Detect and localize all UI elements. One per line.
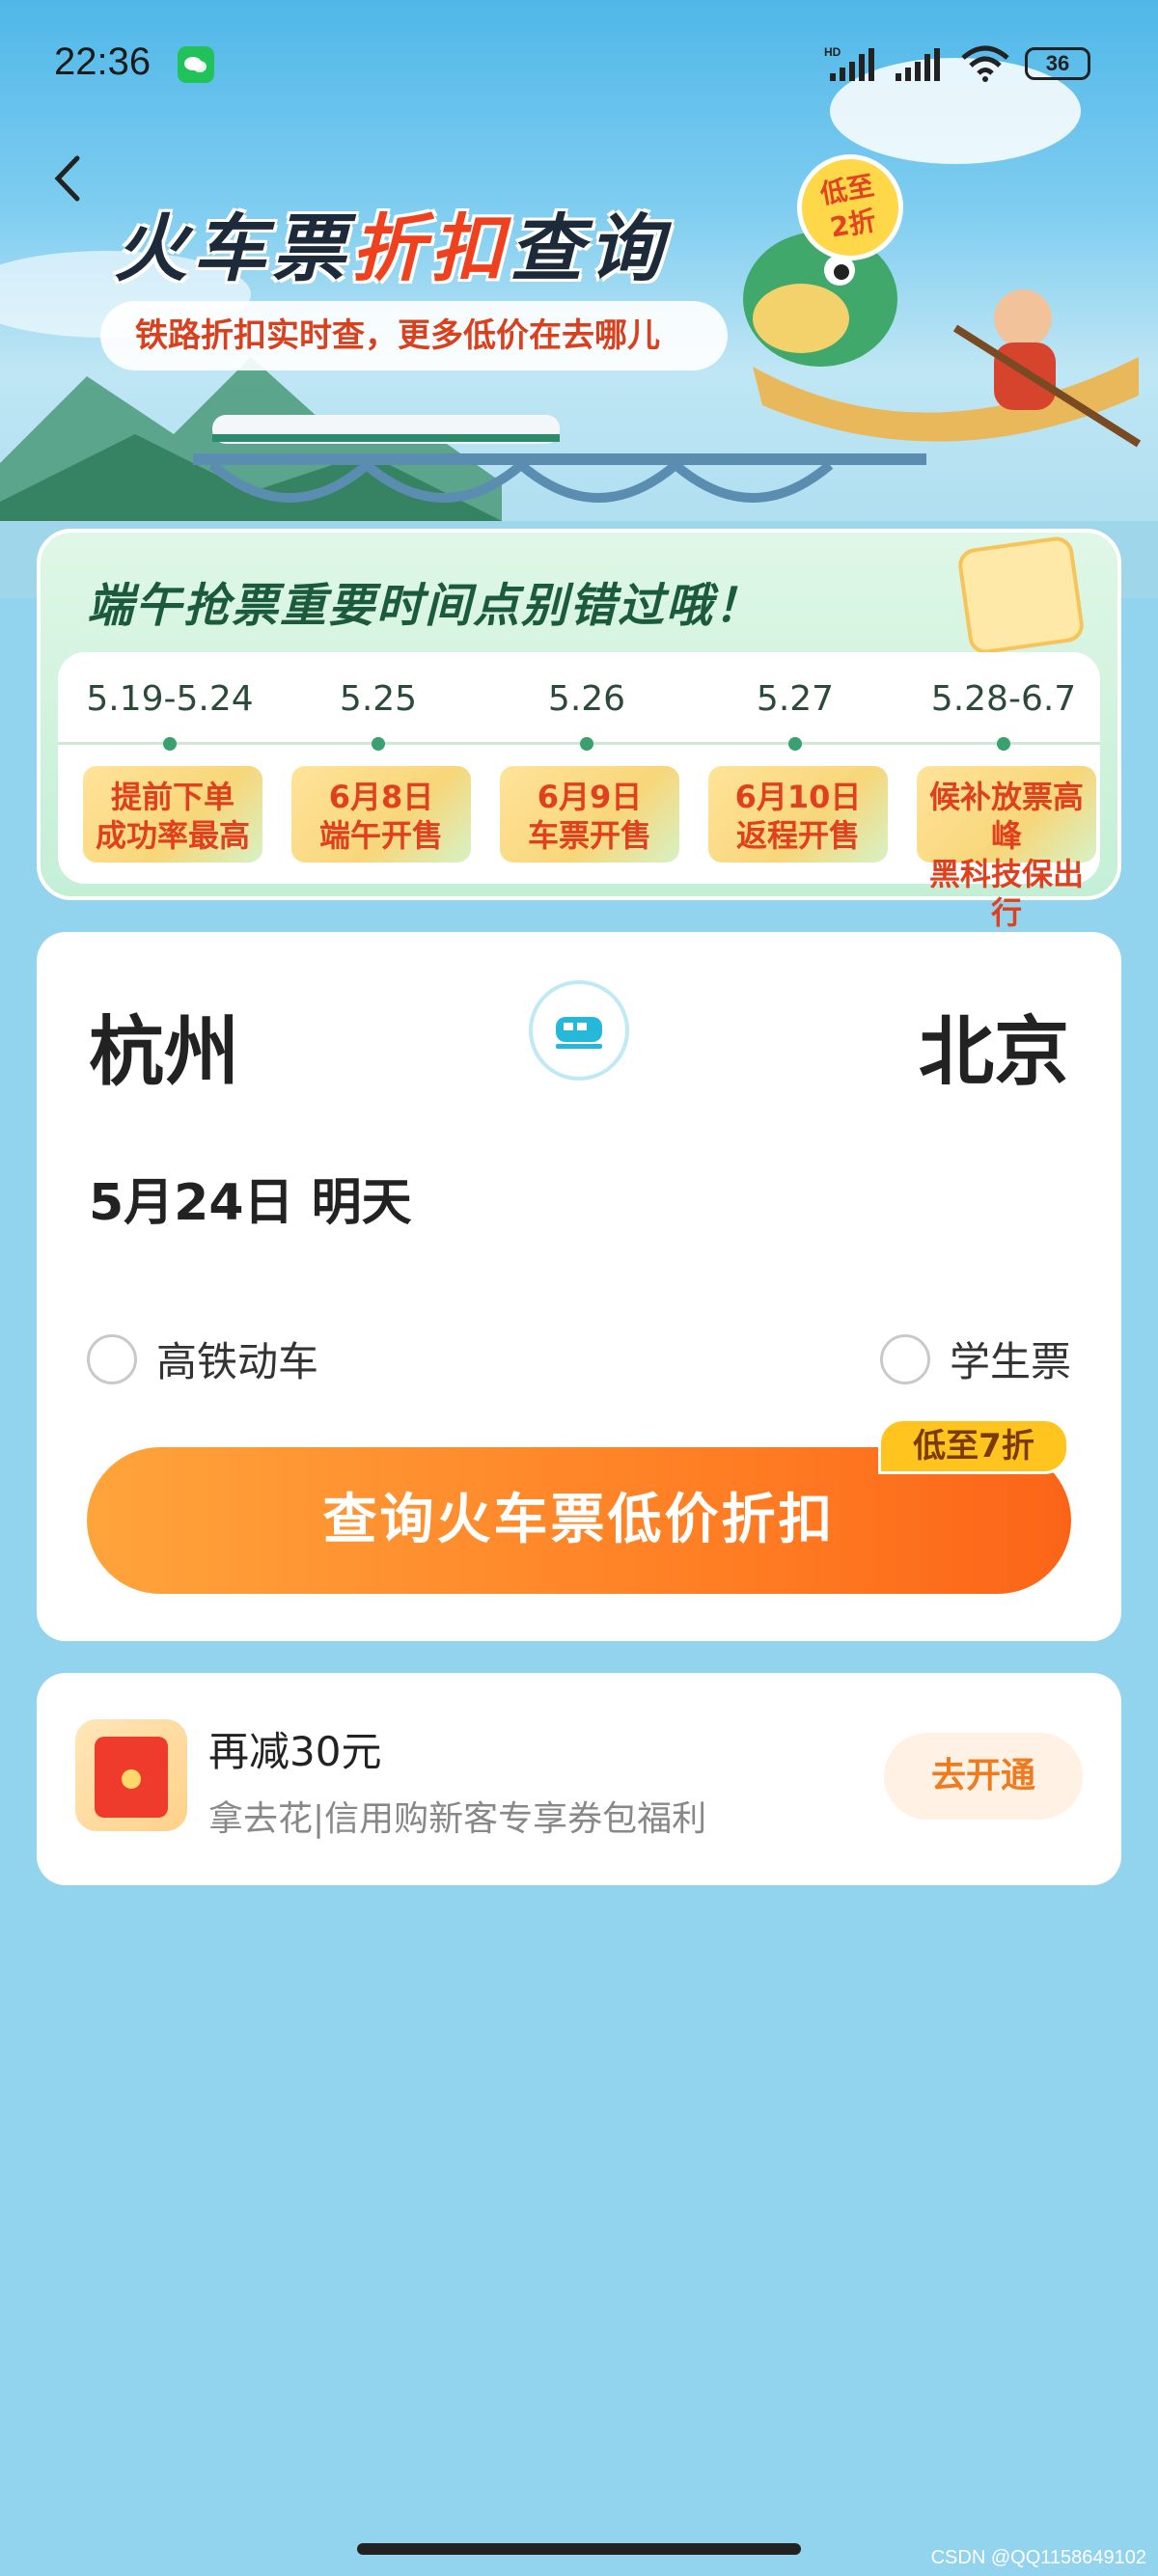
timeline-item: 5.25 6月8日 端午开售 bbox=[284, 652, 473, 884]
red-envelope-body bbox=[95, 1737, 168, 1818]
calendar-icon bbox=[955, 534, 1087, 656]
activate-button[interactable]: 去开通 bbox=[884, 1733, 1083, 1820]
status-icons: HD 36 bbox=[824, 42, 1090, 85]
red-envelope-seal bbox=[122, 1769, 141, 1789]
highspeed-label: 高铁动车 bbox=[156, 1338, 319, 1385]
timeline-dot bbox=[372, 737, 385, 751]
arrival-city[interactable]: 北京 bbox=[919, 992, 1069, 1100]
hero-banner: 22:36 HD 36 火车票折扣查询 铁路折扣实时查，更多低价在去哪儿 低至 … bbox=[0, 0, 1158, 598]
wifi-icon bbox=[961, 45, 1009, 82]
timeline-dot bbox=[580, 737, 593, 751]
timeline-event: 6月8日 端午开售 bbox=[291, 766, 471, 863]
dragon-boat-illustration bbox=[743, 232, 1142, 448]
timeline-item: 5.19-5.24 提前下单 成功率最高 bbox=[75, 652, 264, 884]
swap-cities-button[interactable] bbox=[529, 980, 629, 1081]
wechat-notification-icon bbox=[178, 46, 214, 83]
student-ticket-radio[interactable] bbox=[879, 1333, 930, 1384]
hero-title-part1: 火车票 bbox=[114, 206, 351, 291]
timeline-event: 候补放票高峰 黑科技保出行 bbox=[917, 766, 1096, 931]
cellular-signal-icon bbox=[896, 48, 940, 81]
timeline-event-line1: 提前下单 bbox=[110, 779, 234, 815]
query-discount-tag: 低至7折 bbox=[878, 1418, 1069, 1474]
timeline-event-line1: 候补放票高峰 bbox=[928, 779, 1084, 854]
cellular-signal-hd-icon: HD bbox=[824, 45, 874, 81]
coupon-title: 再减30元 bbox=[208, 1728, 382, 1775]
student-ticket-label: 学生票 bbox=[949, 1338, 1071, 1385]
back-button[interactable] bbox=[48, 154, 87, 203]
red-envelope-icon bbox=[75, 1719, 187, 1831]
timeline-event-line2: 返程开售 bbox=[735, 817, 860, 854]
timeline-dot bbox=[163, 737, 177, 751]
timeline-event: 6月10日 返程开售 bbox=[708, 766, 888, 863]
timeline-panel: 5.19-5.24 提前下单 成功率最高 5.25 6月8日 端午开售 5.26… bbox=[58, 652, 1100, 931]
timeline-item: 5.26 6月9日 车票开售 bbox=[492, 652, 681, 884]
timeline-event-line2: 端午开售 bbox=[318, 817, 443, 854]
timeline-event-line2: 成功率最高 bbox=[95, 817, 250, 854]
hero-title-part2: 查询 bbox=[510, 206, 668, 291]
timeline-date: 5.25 bbox=[339, 679, 418, 719]
timeline-dot bbox=[997, 737, 1010, 751]
timeline-event-line1: 6月10日 bbox=[734, 779, 862, 815]
timeline-title: 端午抢票重要时间点别错过哦！ bbox=[87, 579, 763, 633]
chevron-left-icon bbox=[54, 155, 80, 202]
battery-indicator: 36 bbox=[1025, 47, 1090, 80]
timeline-item: 5.27 6月10日 返程开售 bbox=[701, 652, 890, 884]
student-ticket-option[interactable]: 学生票 bbox=[879, 1329, 1071, 1388]
watermark: CSDN @QQ1158649102 bbox=[930, 2547, 1146, 2568]
departure-city[interactable]: 杭州 bbox=[89, 992, 239, 1100]
hero-subtitle: 铁路折扣实时查，更多低价在去哪儿 bbox=[100, 301, 728, 370]
timeline-event-line1: 6月9日 bbox=[537, 779, 643, 815]
home-indicator[interactable] bbox=[357, 2543, 801, 2555]
train-icon bbox=[556, 1017, 602, 1049]
status-bar: 22:36 HD 36 bbox=[0, 0, 1158, 135]
timeline-event-line2: 车票开售 bbox=[527, 817, 651, 854]
timeline-event-line1: 6月8日 bbox=[328, 779, 434, 815]
timeline-date: 5.27 bbox=[756, 679, 835, 719]
timeline-date: 5.19-5.24 bbox=[86, 679, 254, 719]
timeline-date: 5.28-6.7 bbox=[930, 679, 1077, 719]
highspeed-option[interactable]: 高铁动车 bbox=[87, 1329, 318, 1388]
dragon-boat-timeline-card: 端午抢票重要时间点别错过哦！ 5.19-5.24 提前下单 成功率最高 5.25… bbox=[37, 529, 1121, 931]
timeline-event: 提前下单 成功率最高 bbox=[83, 766, 262, 863]
train-search-card: 杭州 北京 5月24日 明天 高铁动车 学生票 查询火车票低价折扣 低至7折 bbox=[37, 932, 1121, 1641]
hero-title-highlight: 折扣 bbox=[351, 206, 510, 291]
timeline-event-line2: 黑科技保出行 bbox=[928, 856, 1084, 931]
coupon-card[interactable]: 再减30元 拿去花|信用购新客专享券包福利 去开通 bbox=[37, 1673, 1121, 1885]
timeline-dot bbox=[788, 737, 802, 751]
timeline-item: 5.28-6.7 候补放票高峰 黑科技保出行 bbox=[909, 652, 1098, 931]
timeline-event: 6月9日 车票开售 bbox=[500, 766, 679, 863]
highspeed-radio[interactable] bbox=[87, 1333, 137, 1384]
status-time: 22:36 bbox=[54, 41, 152, 83]
hero-title: 火车票折扣查询 bbox=[114, 189, 668, 295]
timeline-date: 5.26 bbox=[547, 679, 626, 719]
coupon-description: 拿去花|信用购新客专享券包福利 bbox=[208, 1799, 707, 1839]
svg-text:HD: HD bbox=[824, 45, 841, 59]
departure-date[interactable]: 5月24日 明天 bbox=[89, 1162, 412, 1234]
